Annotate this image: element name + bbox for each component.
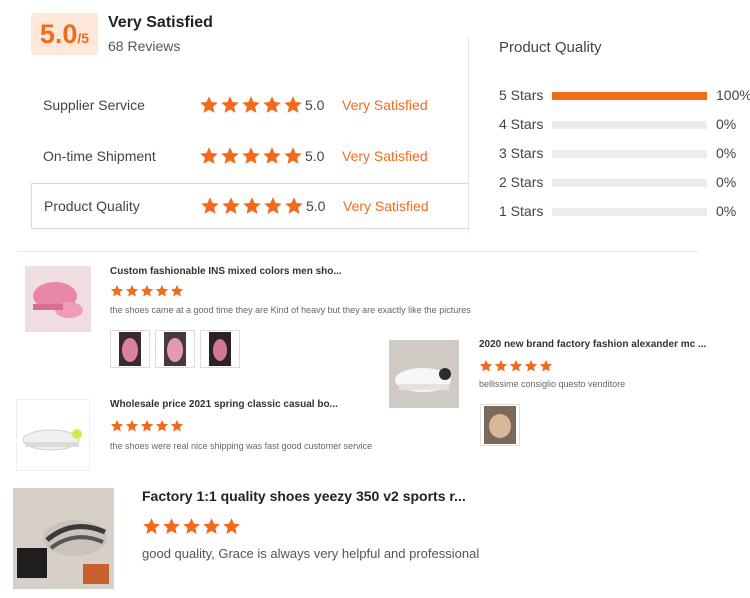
distribution-label: 2 Stars [499, 174, 544, 190]
review-product-title[interactable]: Wholesale price 2021 spring classic casu… [110, 399, 338, 410]
distribution-bar [552, 179, 707, 187]
rating-text: Very Satisfied [343, 198, 429, 214]
star-icon [243, 197, 261, 214]
star-icon [509, 359, 523, 372]
star-icon [284, 96, 302, 113]
distribution-bar [552, 121, 707, 129]
review-text: the shoes were real nice shipping was fa… [110, 441, 373, 451]
distribution-bar [552, 92, 707, 100]
review-text: the shoes came at a good time they are K… [110, 305, 471, 315]
overall-score-suffix: /5 [77, 30, 90, 46]
rating-text: Very Satisfied [342, 97, 428, 113]
distribution-label: 5 Stars [499, 87, 544, 103]
distribution-row-5: 5 Stars 100% [499, 87, 750, 105]
review-stars [110, 284, 184, 298]
distribution-percent: 0% [716, 116, 737, 132]
star-icon [524, 359, 538, 372]
star-icon [223, 518, 240, 535]
overall-score-badge: 5.0 /5 [31, 13, 98, 55]
review-photo[interactable] [200, 330, 240, 368]
distribution-row-3: 3 Stars 0% [499, 145, 750, 163]
review-stars [110, 419, 184, 433]
rating-label: Product Quality [44, 198, 140, 214]
star-icon [221, 147, 239, 164]
rating-text: Very Satisfied [342, 148, 428, 164]
rating-stars [200, 196, 304, 216]
star-icon [242, 147, 260, 164]
star-icon [140, 284, 154, 297]
star-icon [539, 359, 553, 372]
review-stars [142, 517, 241, 536]
distribution-label: 4 Stars [499, 116, 544, 132]
star-icon [170, 419, 184, 432]
product-image[interactable] [13, 488, 114, 589]
distribution-bar-fill [552, 92, 707, 100]
star-icon [125, 284, 139, 297]
star-icon [155, 284, 169, 297]
star-icon [221, 96, 239, 113]
star-icon [263, 147, 281, 164]
rating-value: 5.0 [305, 97, 325, 113]
distribution-label: 1 Stars [499, 203, 544, 219]
review-product-title[interactable]: 2020 new brand factory fashion alexander… [479, 339, 706, 350]
distribution-row-4: 4 Stars 0% [499, 116, 750, 134]
rating-label: On-time Shipment [43, 148, 156, 164]
review-product-title[interactable]: Custom fashionable INS mixed colors men … [110, 266, 342, 277]
rating-row-on-time-shipment[interactable]: On-time Shipment 5.0 Very Satisfied [31, 133, 469, 179]
review-count: 68 Reviews [108, 38, 181, 54]
rating-stars [199, 146, 303, 166]
rating-label: Supplier Service [43, 97, 145, 113]
star-icon [143, 518, 160, 535]
review-text: good quality, Grace is always very helpf… [142, 546, 480, 561]
review-photo[interactable] [110, 330, 150, 368]
star-icon [479, 359, 493, 372]
distribution-percent: 0% [716, 174, 737, 190]
star-icon [155, 419, 169, 432]
rating-value: 5.0 [305, 148, 325, 164]
star-icon [163, 518, 180, 535]
star-icon [170, 284, 184, 297]
distribution-row-1: 1 Stars 0% [499, 203, 750, 221]
star-icon [284, 147, 302, 164]
star-icon [200, 96, 218, 113]
distribution-percent: 100% [716, 87, 750, 103]
star-icon [200, 147, 218, 164]
star-icon [201, 197, 219, 214]
overall-satisfaction: Very Satisfied [108, 14, 213, 31]
star-icon [110, 284, 124, 297]
product-image[interactable] [16, 399, 90, 471]
star-icon [203, 518, 220, 535]
star-icon [110, 419, 124, 432]
star-icon [183, 518, 200, 535]
star-icon [494, 359, 508, 372]
product-image[interactable] [389, 340, 459, 408]
star-icon [264, 197, 282, 214]
review-stars [479, 359, 553, 373]
rating-row-supplier-service[interactable]: Supplier Service 5.0 Very Satisfied [31, 82, 469, 128]
rating-stars [199, 95, 303, 115]
distribution-row-2: 2 Stars 0% [499, 174, 750, 192]
review-text: bellissime consiglio questo venditore [479, 379, 626, 389]
distribution-percent: 0% [716, 203, 737, 219]
distribution-bar [552, 208, 707, 216]
overall-score: 5.0 [39, 19, 78, 49]
star-icon [263, 96, 281, 113]
review-product-title[interactable]: Factory 1:1 quality shoes yeezy 350 v2 s… [142, 488, 466, 504]
star-icon [242, 96, 260, 113]
review-photo[interactable] [480, 404, 520, 446]
review-photo[interactable] [155, 330, 195, 368]
rating-value: 5.0 [306, 198, 326, 214]
distribution-label: 3 Stars [499, 145, 544, 161]
rating-row-product-quality[interactable]: Product Quality 5.0 Very Satisfied [31, 183, 469, 229]
star-icon [140, 419, 154, 432]
star-icon [125, 419, 139, 432]
section-separator [18, 251, 698, 252]
product-quality-title: Product Quality [499, 39, 602, 56]
product-image[interactable] [25, 266, 91, 332]
star-icon [222, 197, 240, 214]
star-icon [285, 197, 303, 214]
distribution-bar [552, 150, 707, 158]
distribution-percent: 0% [716, 145, 737, 161]
